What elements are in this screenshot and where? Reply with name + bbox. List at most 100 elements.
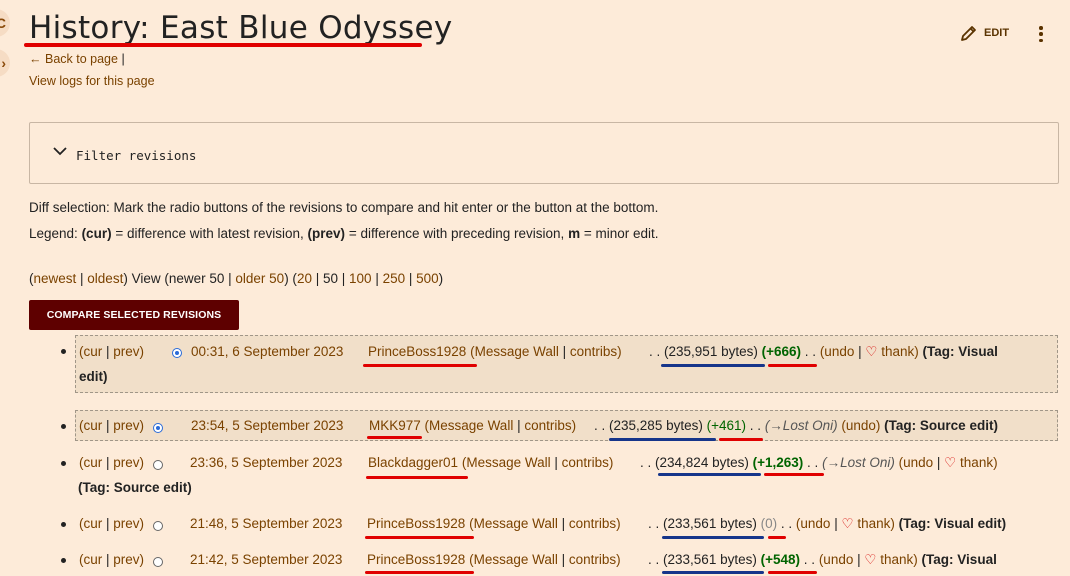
prev-link[interactable]: prev) (113, 418, 144, 433)
prev-link[interactable]: prev) (113, 516, 144, 531)
cur-link[interactable]: (cur (79, 344, 102, 359)
revision-size: (234,824 bytes) (655, 455, 749, 470)
list-bullet (61, 349, 66, 354)
annotation-underline (658, 473, 761, 476)
user-link[interactable]: Blackdagger01 (368, 455, 458, 470)
message-wall-link[interactable]: (Message Wall (469, 552, 558, 567)
heart-icon: ♡ (944, 455, 957, 470)
limit-20-link[interactable]: 20 (297, 271, 312, 286)
undo-link[interactable]: (undo (820, 344, 855, 359)
chevron-down-icon (53, 147, 67, 156)
back-to-page-link[interactable]: ← Back to page (29, 52, 121, 66)
contribs-link[interactable]: contribs) (562, 455, 614, 470)
size-delta: (+461) (706, 418, 747, 433)
undo-link[interactable]: (undo (796, 516, 831, 531)
user-link[interactable]: MKK977 (369, 418, 421, 433)
size-delta: (+666) (761, 344, 802, 359)
pencil-icon (961, 26, 976, 41)
undo-link[interactable]: (undo (899, 455, 934, 470)
contribs-link[interactable]: contribs) (569, 516, 621, 531)
cur-link[interactable]: (cur (79, 418, 102, 433)
edit-label: EDIT (984, 27, 1010, 39)
revision-size: (233,561 bytes) (663, 516, 757, 531)
oldest-link[interactable]: oldest (87, 271, 123, 286)
more-options-icon[interactable] (1036, 24, 1046, 44)
undo-link[interactable]: (undo) (841, 418, 880, 433)
view-logs-link[interactable]: View logs for this page (29, 74, 155, 88)
limit-100-link[interactable]: 100 (349, 271, 372, 286)
annotation-underline (609, 438, 716, 441)
revision-radio[interactable] (153, 460, 163, 470)
revision-size: (235,285 bytes) (609, 418, 703, 433)
list-bullet (61, 558, 66, 563)
annotation-underline (768, 536, 786, 539)
side-expand-button[interactable]: › (0, 49, 10, 77)
cur-link[interactable]: (cur (79, 516, 102, 531)
cur-link[interactable]: (cur (79, 552, 102, 567)
prev-link[interactable]: prev) (113, 344, 144, 359)
list-bullet (61, 424, 66, 429)
newest-link[interactable]: newest (34, 271, 77, 286)
limit-500-link[interactable]: 500 (416, 271, 439, 286)
thank-link[interactable]: thank) (880, 552, 918, 567)
page-title: History: East Blue Odyssey (29, 10, 453, 46)
tag-label: Source edit) (113, 480, 192, 495)
back-link-label: Back to page (44, 52, 118, 66)
filter-revisions-label: Filter revisions (76, 148, 197, 163)
size-delta: (+548) (760, 552, 801, 567)
heart-icon: ♡ (864, 552, 877, 567)
thank-link[interactable]: thank) (881, 344, 919, 359)
revision-size: (235,951 bytes) (664, 344, 758, 359)
message-wall-link[interactable]: (Message Wall (469, 516, 558, 531)
cur-link[interactable]: (cur (79, 455, 102, 470)
user-link[interactable]: PrinceBoss1928 (367, 516, 465, 531)
prev-link[interactable]: prev) (113, 455, 144, 470)
thank-link[interactable]: thank) (857, 516, 895, 531)
revision-date-link[interactable]: 21:42, 5 September 2023 (190, 552, 342, 567)
annotation-underline (365, 571, 474, 574)
contribs-link[interactable]: contribs) (524, 418, 576, 433)
section-comment: (→Lost Oni) (822, 455, 895, 470)
revision-date-link[interactable]: 23:54, 5 September 2023 (191, 418, 343, 433)
revision-radio[interactable] (153, 423, 163, 433)
revision-date-link[interactable]: 00:31, 6 September 2023 (191, 344, 343, 359)
message-wall-link[interactable]: (Message Wall (462, 455, 551, 470)
user-link[interactable]: PrinceBoss1928 (367, 552, 465, 567)
user-link[interactable]: PrinceBoss1928 (368, 344, 466, 359)
revision-date-link[interactable]: 23:36, 5 September 2023 (190, 455, 342, 470)
list-bullet (61, 522, 66, 527)
annotation-underline (768, 571, 817, 574)
annotation-underline (365, 536, 474, 539)
revision-size: (233,561 bytes) (663, 552, 757, 567)
revision-radio[interactable] (172, 348, 182, 358)
undo-link[interactable]: (undo (819, 552, 854, 567)
diff-selection-help: Diff selection: Mark the radio buttons o… (29, 200, 659, 215)
revision-radio[interactable] (153, 521, 163, 531)
compare-selected-revisions-button[interactable]: COMPARE SELECTED REVISIONS (29, 300, 239, 330)
older-50-link[interactable]: older 50 (235, 271, 284, 286)
annotation-underline (363, 364, 477, 367)
contribs-link[interactable]: contribs) (570, 344, 622, 359)
limit-250-link[interactable]: 250 (383, 271, 406, 286)
annotation-underline (662, 571, 764, 574)
tag-label: Visual (957, 552, 997, 567)
annotation-underline (24, 43, 422, 47)
tag-label: Visual (958, 344, 998, 359)
limit-50-current: 50 (322, 271, 339, 286)
heart-icon: ♡ (841, 516, 854, 531)
message-wall-link[interactable]: (Message Wall (470, 344, 559, 359)
tag-label: Source edit) (919, 418, 998, 433)
contribs-link[interactable]: contribs) (569, 552, 621, 567)
prev-link[interactable]: prev) (113, 552, 144, 567)
filter-revisions-panel[interactable]: Filter revisions (29, 122, 1059, 184)
thank-link[interactable]: thank) (960, 455, 998, 470)
edit-button[interactable]: EDIT (960, 24, 1009, 42)
pagination-nav: (newest | oldest) View (newer 50 | older… (29, 271, 444, 286)
revision-radio[interactable] (153, 557, 163, 567)
list-bullet (61, 461, 66, 466)
message-wall-link[interactable]: (Message Wall (425, 418, 514, 433)
annotation-underline (366, 476, 468, 479)
side-toggle-button[interactable]: C (0, 9, 10, 37)
annotation-underline (661, 364, 765, 367)
revision-date-link[interactable]: 21:48, 5 September 2023 (190, 516, 342, 531)
